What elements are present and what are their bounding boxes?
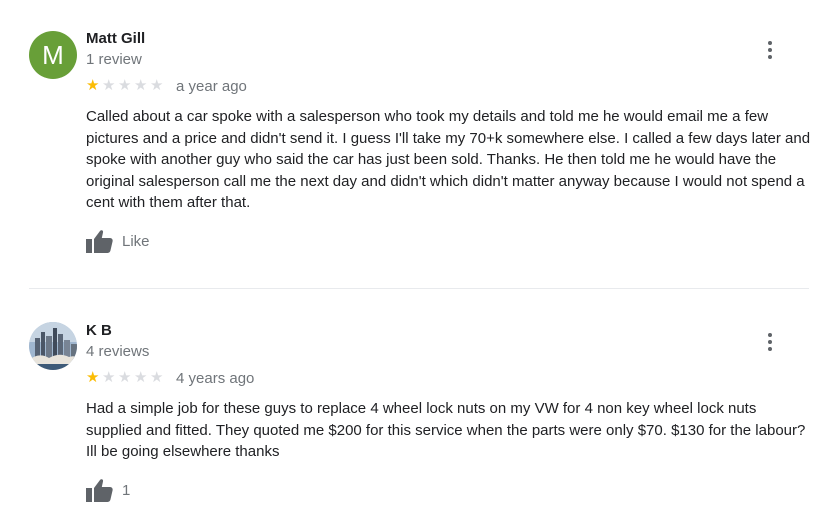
star-filled-icon: ★ [86, 369, 100, 386]
more-vert-icon[interactable] [760, 38, 780, 62]
star-empty-icon: ★ [118, 369, 132, 386]
city-skyline-photo [29, 322, 77, 370]
star-rating: ★ ★ ★ ★ ★ [86, 369, 166, 386]
like-count: 1 [122, 481, 131, 499]
star-filled-icon: ★ [86, 77, 100, 94]
review-card: M Matt Gill 1 review ★ ★ ★ ★ ★ a year ago Ca… [0, 0, 817, 288]
star-empty-icon: ★ [150, 369, 164, 386]
more-vert-icon[interactable] [760, 330, 780, 354]
like-button[interactable]: 1 [86, 477, 130, 503]
star-empty-icon: ★ [102, 77, 116, 94]
review-time: 4 years ago [176, 370, 255, 387]
star-empty-icon: ★ [118, 77, 132, 94]
review-count: 1 review [86, 51, 142, 68]
review-time: a year ago [176, 78, 247, 95]
like-label: Like [122, 232, 150, 250]
review-text: Called about a car spoke with a salesper… [86, 108, 811, 211]
like-button[interactable]: Like [86, 228, 150, 254]
avatar[interactable] [29, 322, 77, 370]
reviewer-name[interactable]: K B [86, 322, 112, 340]
reviewer-name[interactable]: Matt Gill [86, 30, 145, 48]
star-empty-icon: ★ [150, 77, 164, 94]
star-empty-icon: ★ [134, 369, 148, 386]
star-empty-icon: ★ [102, 369, 116, 386]
star-empty-icon: ★ [134, 77, 148, 94]
review-text: Had a simple job for these guys to repla… [86, 400, 806, 460]
avatar[interactable]: M [29, 31, 77, 79]
thumbs-up-icon [86, 230, 113, 253]
review-card: K B 4 reviews ★ ★ ★ ★ ★ 4 years ago Had a si… [0, 289, 817, 520]
thumbs-up-icon [86, 479, 113, 502]
star-rating: ★ ★ ★ ★ ★ [86, 77, 166, 94]
review-count: 4 reviews [86, 343, 150, 360]
